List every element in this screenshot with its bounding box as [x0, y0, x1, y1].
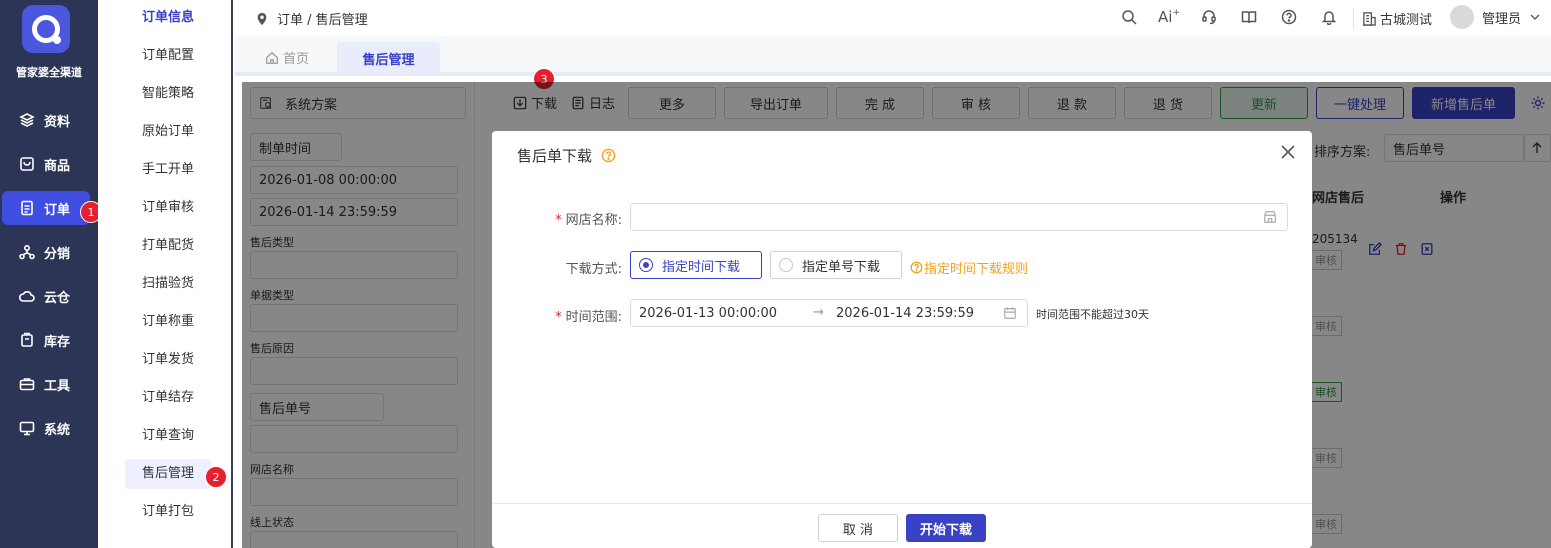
submenu-item-manual-order[interactable]: 手工开单 [125, 155, 211, 185]
submenu-item-print-pick[interactable]: 打单配货 [125, 231, 211, 261]
chevron-down-icon [1530, 14, 1540, 20]
divider [1353, 8, 1354, 28]
monitor-icon [19, 421, 35, 436]
nav-item-distribution[interactable]: 分销 [2, 235, 90, 269]
step-badge-2: 2 [205, 466, 227, 488]
submenu-item-after-sales[interactable]: 售后管理 [125, 459, 211, 489]
start-download-button[interactable]: 开始下载 [906, 514, 986, 542]
document-icon [21, 200, 33, 216]
app-logo [22, 5, 70, 53]
submenu-item-pack[interactable]: 订单打包 [125, 497, 211, 527]
tab-home[interactable]: 首页 [265, 48, 309, 67]
dialog-title: 售后单下载 [517, 145, 616, 166]
submenu-item-ship[interactable]: 订单发货 [125, 345, 211, 375]
range-start-input[interactable]: 2026-01-13 00:00:00 [639, 306, 777, 321]
help-icon [910, 261, 923, 274]
support-headset-icon[interactable] [1201, 9, 1217, 25]
cancel-button[interactable]: 取 消 [818, 514, 898, 542]
shop-icon [1264, 211, 1276, 223]
user-menu[interactable]: 管理员 [1450, 5, 1541, 29]
nav-item-tools[interactable]: 工具 [2, 367, 90, 401]
submenu-item-order-info[interactable]: 订单信息 [125, 3, 211, 33]
radio-dot [639, 258, 653, 272]
download-mode-label: 下载方式: [565, 262, 622, 277]
home-icon [266, 51, 278, 64]
toolbox-icon [19, 378, 35, 391]
submenu-item-scan-check[interactable]: 扫描验货 [125, 269, 211, 299]
submenu-item-smart-strategy[interactable]: 智能策略 [125, 79, 211, 109]
radio-by-time[interactable]: 指定时间下载 [630, 251, 762, 279]
required-mark: * [555, 213, 562, 228]
nav-item-orders[interactable]: 订单 [2, 191, 90, 225]
bag-icon [20, 157, 34, 171]
shop-name-select[interactable] [630, 203, 1288, 231]
close-icon[interactable] [1280, 144, 1296, 160]
inventory-icon [21, 332, 33, 347]
radio-by-number[interactable]: 指定单号下载 [770, 251, 902, 279]
tenant-switcher[interactable]: 古城测试 [1362, 9, 1432, 28]
cloud-icon [19, 291, 35, 302]
tab-after-sales[interactable]: 售后管理 [337, 42, 440, 74]
network-icon [19, 244, 35, 260]
submenu-item-balance[interactable]: 订单结存 [125, 383, 211, 413]
nav-item-products[interactable]: 商品 [2, 147, 90, 181]
ai-assistant-button[interactable]: Ai+ [1158, 8, 1180, 26]
nav-item-system[interactable]: 系统 [2, 411, 90, 445]
help-icon[interactable] [601, 148, 616, 163]
search-icon[interactable] [1121, 9, 1137, 25]
arrow-right-icon: → [813, 305, 824, 320]
building-icon [1362, 12, 1376, 26]
submenu-item-order-config[interactable]: 订单配置 [125, 41, 211, 71]
radio-dot [779, 258, 793, 272]
nav-item-inventory[interactable]: 库存 [2, 323, 90, 357]
shop-name-label: * 网店名称: [555, 213, 622, 228]
submenu-item-order-audit[interactable]: 订单审核 [125, 193, 211, 223]
bell-icon[interactable] [1321, 9, 1337, 25]
submenu-item-weigh[interactable]: 订单称重 [125, 307, 211, 337]
time-range-picker[interactable]: 2026-01-13 00:00:00 → 2026-01-14 23:59:5… [630, 299, 1028, 327]
calendar-icon [1004, 307, 1016, 319]
location-pin-icon [257, 12, 267, 25]
help-icon[interactable] [1281, 9, 1297, 25]
avatar [1450, 5, 1474, 29]
sparkle-icon: + [1172, 8, 1180, 18]
main-nav: 管家婆全渠道 资料 商品 订单 分销 云仓 库存 工具 系统 [0, 0, 98, 548]
time-range-label: * 时间范围: [555, 310, 622, 325]
nav-item-cloud-warehouse[interactable]: 云仓 [2, 279, 90, 313]
breadcrumb: 订单 / 售后管理 [255, 9, 368, 28]
time-download-rule-link[interactable]: 指定时间下载规则 [910, 258, 1028, 277]
submenu-item-raw-orders[interactable]: 原始订单 [125, 117, 211, 147]
nav-item-data[interactable]: 资料 [2, 103, 90, 137]
book-icon[interactable] [1241, 9, 1257, 25]
time-range-hint: 时间范围不能超过30天 [1036, 308, 1149, 321]
brand-name: 管家婆全渠道 [16, 66, 82, 79]
required-mark: * [555, 310, 562, 325]
range-end-input[interactable]: 2026-01-14 23:59:59 [836, 306, 974, 321]
dialog-footer-divider [492, 503, 1312, 504]
after-sale-download-dialog [492, 131, 1312, 548]
layers-icon [19, 113, 35, 127]
submenu-item-query[interactable]: 订单查询 [125, 421, 211, 451]
